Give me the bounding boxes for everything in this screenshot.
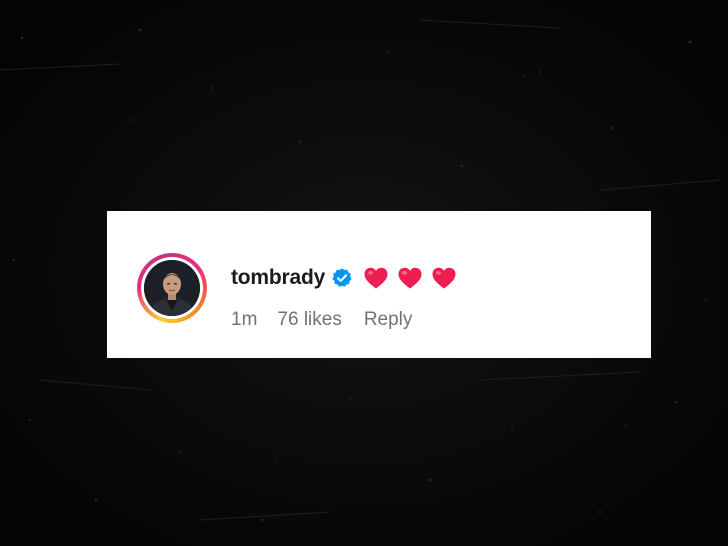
red-heart-icon	[431, 266, 457, 290]
reply-button[interactable]: Reply	[364, 309, 413, 331]
username-link[interactable]: tombrady	[231, 266, 325, 290]
avatar[interactable]	[144, 260, 200, 316]
likes-count[interactable]: 76 likes	[277, 309, 341, 331]
comment-header: tombrady	[231, 263, 457, 293]
comment-text	[363, 266, 457, 290]
avatar-border	[141, 257, 203, 319]
comment-card: tombrady 1m 76 likes Reply	[107, 211, 651, 358]
avatar-image	[144, 260, 200, 316]
red-heart-icon	[397, 266, 423, 290]
comment-timestamp[interactable]: 1m	[231, 309, 257, 331]
story-ring[interactable]	[137, 253, 207, 323]
red-heart-icon	[363, 266, 389, 290]
comment-meta: 1m 76 likes Reply	[231, 309, 412, 331]
verified-badge-icon	[331, 267, 353, 289]
